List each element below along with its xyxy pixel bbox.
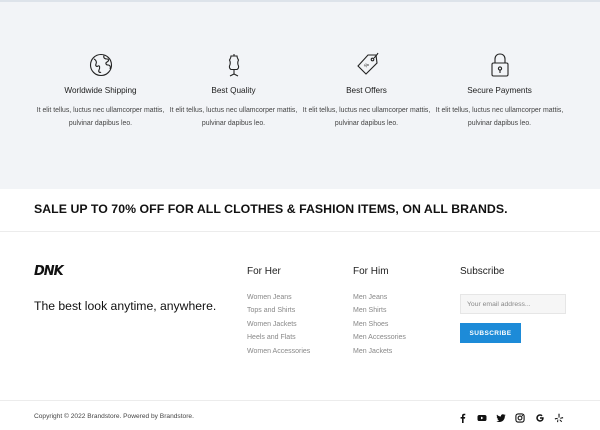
footer-column-for-her: For Her Women Jeans Tops and Shirts Wome… xyxy=(247,266,310,355)
facebook-icon[interactable] xyxy=(458,413,468,423)
column-heading: Subscribe xyxy=(460,266,505,277)
youtube-icon[interactable] xyxy=(477,413,487,423)
sale-banner-text: SALE UP TO 70% OFF FOR ALL CLOTHES & FAS… xyxy=(34,202,508,216)
feature-worldwide-shipping: Worldwide Shipping It elit tellus, luctu… xyxy=(34,52,167,131)
footer-link-women-jeans[interactable]: Women Jeans xyxy=(247,291,310,304)
logo-text: DNK xyxy=(34,264,65,278)
google-icon[interactable] xyxy=(535,413,545,423)
padlock-icon xyxy=(487,52,513,78)
feature-title: Best Quality xyxy=(211,86,256,95)
price-tag-icon: % xyxy=(354,52,380,78)
footer-column-subscribe: Subscribe xyxy=(460,266,504,277)
link-list: Women Jeans Tops and Shirts Women Jacket… xyxy=(247,291,310,358)
feature-secure-payments: Secure Payments It elit tellus, luctus n… xyxy=(433,52,566,131)
footer-link-tops-and-shirts[interactable]: Tops and Shirts xyxy=(247,304,310,317)
footer-column-for-him: For Him Men Jeans Men Shirts Men Shoes M… xyxy=(353,266,406,355)
footer-link-men-jeans[interactable]: Men Jeans xyxy=(353,291,406,304)
feature-description: It elit tellus, luctus nec ullamcorper m… xyxy=(302,107,431,128)
bottom-divider xyxy=(0,400,600,401)
column-heading: For Him xyxy=(353,266,389,277)
subscribe-button[interactable]: SUBSCRIBE xyxy=(460,323,521,343)
feature-title: Secure Payments xyxy=(467,86,532,95)
feature-title: Worldwide Shipping xyxy=(64,86,137,95)
footer-link-men-accessories[interactable]: Men Accessories xyxy=(353,331,406,344)
footer-link-men-shoes[interactable]: Men Shoes xyxy=(353,318,406,331)
footer-link-heels-and-flats[interactable]: Heels and Flats xyxy=(247,331,310,344)
yelp-icon[interactable] xyxy=(554,413,564,423)
footer-link-men-jackets[interactable]: Men Jackets xyxy=(353,345,406,358)
feature-best-offers: % Best Offers It elit tellus, luctus nec… xyxy=(300,52,433,131)
column-heading: For Her xyxy=(247,266,281,277)
dress-form-icon xyxy=(221,52,247,78)
feature-best-quality: Best Quality It elit tellus, luctus nec … xyxy=(167,52,300,131)
email-input[interactable] xyxy=(460,294,566,314)
globe-icon xyxy=(88,52,114,78)
feature-description: It elit tellus, luctus nec ullamcorper m… xyxy=(169,107,298,128)
link-list: Men Jeans Men Shirts Men Shoes Men Acces… xyxy=(353,291,406,358)
footer-link-men-shirts[interactable]: Men Shirts xyxy=(353,304,406,317)
feature-description: It elit tellus, luctus nec ullamcorper m… xyxy=(435,107,564,128)
feature-description: It elit tellus, luctus nec ullamcorper m… xyxy=(36,107,165,128)
footer-link-women-accessories[interactable]: Women Accessories xyxy=(247,345,310,358)
svg-text:%: % xyxy=(363,62,371,70)
copyright-text: Copyright © 2022 Brandstore. Powered by … xyxy=(34,413,194,420)
twitter-icon[interactable] xyxy=(496,413,506,423)
footer-link-women-jackets[interactable]: Women Jackets xyxy=(247,318,310,331)
feature-title: Best Offers xyxy=(346,86,387,95)
instagram-icon[interactable] xyxy=(515,413,525,423)
footer-tagline: The best look anytime, anywhere. xyxy=(34,299,217,313)
brand-logo[interactable]: DNK xyxy=(34,262,68,279)
top-divider xyxy=(0,0,600,2)
